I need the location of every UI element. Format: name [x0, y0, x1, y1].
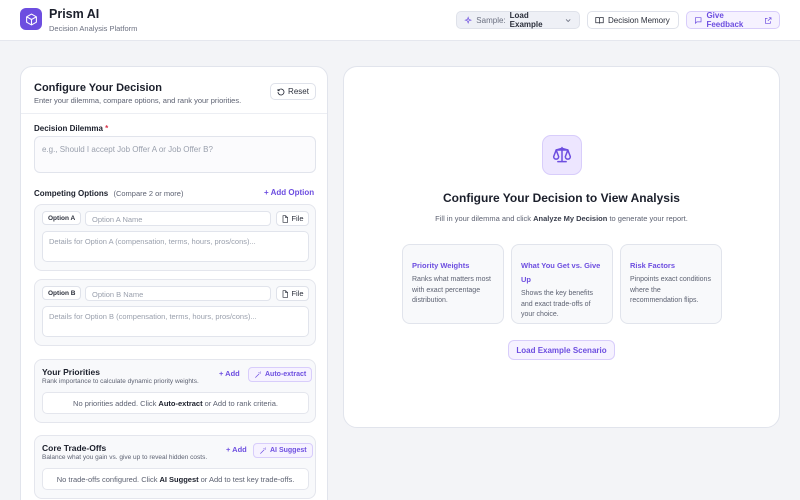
option-file-label: File: [291, 289, 304, 298]
dilemma-label: Decision Dilemma *: [34, 124, 108, 133]
option-name-input[interactable]: Option B Name: [85, 286, 271, 301]
options-hint: (Compare 2 or more): [113, 189, 184, 198]
app-subtitle: Decision Analysis Platform: [49, 24, 138, 33]
empty-text: or Add to test key trade-offs.: [200, 474, 295, 484]
option-card: Option B Option B Name File Details for …: [34, 279, 316, 346]
file-icon: [283, 289, 289, 298]
feature-title: What You Get vs. Give Up: [521, 261, 601, 284]
tradeoffs-title: Core Trade-Offs: [42, 443, 107, 453]
option-details-input[interactable]: Details for Option A (compensation, term…: [42, 231, 309, 262]
option-file-button[interactable]: File: [276, 286, 309, 301]
configure-panel: Configure Your Decision Enter your dilem…: [20, 66, 328, 500]
chevron-down-icon: [565, 18, 571, 22]
empty-text: or Add to rank criteria.: [204, 398, 278, 408]
reset-button[interactable]: Reset: [270, 83, 316, 100]
options-label-text: Competing Options: [34, 189, 109, 198]
ai-suggest-label: AI Suggest: [270, 447, 307, 454]
feature-desc: Pinpoints exact conditions where the rec…: [630, 276, 711, 304]
sample-value: Load Example: [509, 11, 543, 29]
analysis-subtitle: Fill in your dilemma and click Analyze M…: [344, 214, 779, 223]
feature-title: Priority Weights: [412, 261, 470, 270]
cube-logo-icon: [20, 8, 42, 30]
decision-memory-button[interactable]: Decision Memory: [587, 11, 679, 29]
external-link-icon: [764, 16, 771, 24]
tradeoffs-subtitle: Balance what you gain vs. give up to rev…: [42, 454, 208, 461]
empty-text: No trade-offs configured. Click: [56, 474, 158, 484]
feature-title: Risk Factors: [630, 261, 676, 270]
required-marker: *: [105, 124, 109, 133]
ai-suggest-button[interactable]: AI Suggest: [253, 443, 313, 458]
add-option-button[interactable]: + Add Option: [264, 188, 314, 197]
add-tradeoff-button[interactable]: + Add: [226, 445, 247, 454]
feature-desc: Ranks what matters most with exact perce…: [412, 276, 491, 304]
divider: [21, 113, 327, 114]
scale-icon: [542, 135, 582, 175]
option-file-button[interactable]: File: [276, 211, 309, 226]
priorities-title: Your Priorities: [42, 367, 100, 377]
analysis-subtitle-text: Fill in your dilemma and click: [435, 214, 532, 223]
book-icon: [595, 16, 604, 24]
priorities-card: Your Priorities Rank importance to calcu…: [34, 359, 316, 423]
option-card: Option A Option A Name File Details for …: [34, 204, 316, 271]
configure-title: Configure Your Decision: [34, 82, 162, 94]
give-feedback-label: Give Feedback: [706, 11, 744, 29]
feature-card-priority-weights: Priority Weights Ranks what matters most…: [402, 244, 504, 324]
sample-label: Sample:: [476, 15, 506, 25]
analysis-panel: Configure Your Decision to View Analysis…: [343, 66, 780, 428]
sample-select-button[interactable]: Sample: Load Example: [456, 11, 580, 29]
option-tag: Option B: [42, 286, 82, 300]
option-name-input[interactable]: Option A Name: [85, 211, 271, 226]
tradeoffs-card: Core Trade-Offs Balance what you gain vs…: [34, 435, 316, 499]
rotate-ccw-icon: [277, 88, 285, 95]
empty-action-text: AI Suggest: [159, 474, 199, 484]
app-title: Prism AI: [49, 7, 100, 21]
wand-icon: [260, 446, 266, 454]
empty-action-text: Auto-extract: [158, 398, 203, 408]
reset-label: Reset: [288, 87, 309, 96]
auto-extract-button[interactable]: Auto-extract: [248, 367, 313, 382]
auto-extract-label: Auto-extract: [265, 371, 307, 378]
tradeoffs-empty-state: No trade-offs configured. Click AI Sugge…: [42, 468, 309, 490]
configure-subtitle: Enter your dilemma, compare options, and…: [34, 96, 242, 105]
feature-card-risk-factors: Risk Factors Pinpoints exact conditions …: [620, 244, 722, 324]
chat-icon: [695, 16, 702, 24]
option-tag: Option A: [42, 211, 82, 225]
option-file-label: File: [291, 214, 304, 223]
priorities-empty-state: No priorities added. Click Auto-extract …: [42, 392, 309, 414]
give-feedback-button[interactable]: Give Feedback: [686, 11, 780, 29]
feature-desc: Shows the key benefits and exact trade-o…: [521, 290, 593, 318]
wand-icon: [255, 370, 261, 378]
dilemma-label-text: Decision Dilemma: [34, 124, 103, 133]
empty-text: No priorities added. Click: [73, 398, 157, 408]
decision-memory-label: Decision Memory: [608, 15, 670, 25]
add-priority-button[interactable]: + Add: [219, 369, 240, 378]
load-example-button[interactable]: Load Example Scenario: [508, 340, 615, 360]
priorities-subtitle: Rank importance to calculate dynamic pri…: [42, 378, 199, 385]
top-bar: Prism AI Decision Analysis Platform Samp…: [0, 0, 800, 41]
options-label: Competing Options (Compare 2 or more): [34, 189, 183, 198]
analysis-title: Configure Your Decision to View Analysis: [443, 191, 680, 205]
file-icon: [283, 214, 289, 223]
analysis-subtitle-action: Analyze My Decision: [533, 214, 608, 223]
sparkle-icon: [464, 15, 473, 24]
dilemma-input[interactable]: e.g., Should I accept Job Offer A or Job…: [34, 136, 316, 173]
feature-card-get-vs-give: What You Get vs. Give Up Shows the key b…: [511, 244, 613, 324]
option-details-input[interactable]: Details for Option B (compensation, term…: [42, 306, 309, 337]
analysis-subtitle-text: to generate your report.: [609, 214, 688, 223]
